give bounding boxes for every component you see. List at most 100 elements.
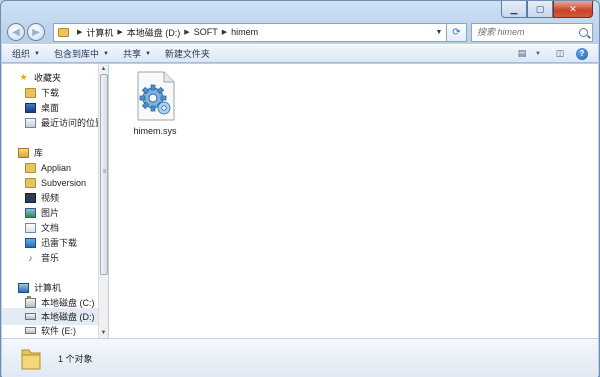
nav-item-subversion[interactable]: Subversion [25,175,86,190]
file-list-area[interactable]: himem.sys [109,64,598,338]
music-note-icon: ♪ [28,252,33,263]
breadcrumb-separator-icon[interactable]: ▶ [184,28,189,36]
nav-computer-label: 计算机 [34,283,62,293]
nav-item-label: 本地磁盘 (D:) [41,312,95,322]
breadcrumb-separator-icon[interactable]: ▶ [222,28,227,36]
share-label: 共享 [122,49,141,59]
organize-menu[interactable]: 组织 ▼ [12,47,40,60]
star-icon: ★ [19,72,28,82]
folder-icon [58,27,69,37]
folder-icon [20,345,42,371]
refresh-icon: ⟳ [452,26,461,38]
chevron-down-icon: ▼ [102,50,109,57]
navigation-pane: ★ 收藏夹 下载 桌面 最近访问的位置 库 Applian Subversion [2,64,99,338]
close-button[interactable]: ✕ [553,1,593,18]
nav-item-xunlei-downloads[interactable]: 迅雷下载 [25,235,77,250]
view-dropdown-icon[interactable]: ▼ [530,47,546,61]
organize-label: 组织 [12,49,31,59]
pictures-icon [25,207,36,218]
chevron-down-icon: ▼ [144,50,151,57]
applian-folder-icon [25,162,36,173]
nav-item-applian[interactable]: Applian [25,160,71,175]
forward-button[interactable]: ▶ [27,23,45,41]
new-folder-button[interactable]: 新建文件夹 [165,47,210,60]
library-icon [18,147,29,158]
scroll-up-icon[interactable]: ▲ [99,64,108,74]
system-file-gear-icon [134,70,176,122]
nav-item-videos[interactable]: 视频 [25,190,59,205]
caption-buttons: ▁ ▢ ✕ [501,1,593,18]
nav-libraries[interactable]: 库 [18,145,43,160]
item-count: 1 个对象 [58,353,93,364]
nav-item-drive-e[interactable]: 软件 (E:) [25,323,76,338]
nav-favorites-label: 收藏夹 [34,73,62,83]
scrollbar-thumb[interactable] [100,74,108,275]
back-button[interactable]: ◀ [7,23,25,41]
address-bar[interactable]: ▶ 计算机 ▶ 本地磁盘 (D:) ▶ SOFT ▶ himem ▼ [53,22,447,42]
breadcrumb-drive-d[interactable]: 本地磁盘 (D:) [127,26,181,39]
forward-arrow-icon: ▶ [32,26,40,38]
search-input[interactable] [477,27,575,37]
nav-item-music[interactable]: ♪ 音乐 [25,250,59,265]
downloads-folder-icon [25,87,36,98]
details-pane: 1 个对象 [2,338,598,377]
nav-computer[interactable]: 计算机 [18,280,61,295]
nav-item-label: 视频 [41,193,60,203]
back-arrow-icon: ◀ [12,26,20,38]
desktop-icon [25,102,36,113]
share-menu[interactable]: 共享 ▼ [123,47,151,60]
include-in-library-label: 包含到库中 [53,49,99,59]
nav-item-label: 图片 [41,208,60,218]
nav-favorites[interactable]: ★ 收藏夹 [18,70,61,85]
breadcrumb-separator-icon[interactable]: ▶ [117,28,122,36]
include-in-library-menu[interactable]: 包含到库中 ▼ [54,47,109,60]
minimize-button[interactable]: ▁ [501,1,527,18]
nav-item-documents[interactable]: 文档 [25,220,59,235]
nav-item-pictures[interactable]: 图片 [25,205,59,220]
search-icon[interactable] [579,27,588,37]
help-icon: ? [576,47,588,60]
file-name: himem.sys [133,126,177,136]
command-bar: 组织 ▼ 包含到库中 ▼ 共享 ▼ 新建文件夹 ▤ ▼ ◫ ? [2,44,598,63]
drive-icon [25,327,36,334]
subversion-folder-icon [25,177,36,188]
nav-item-desktop[interactable]: 桌面 [25,100,59,115]
system-drive-icon [25,295,36,308]
nav-item-label: 下载 [41,88,60,98]
maximize-button[interactable]: ▢ [527,1,553,18]
search-box[interactable] [471,22,593,42]
nav-libraries-label: 库 [34,148,44,158]
file-item[interactable]: himem.sys [127,70,183,136]
nav-item-label: Subversion [41,177,87,188]
computer-icon [18,282,29,293]
address-row: ◀ ▶ ▶ 计算机 ▶ 本地磁盘 (D:) ▶ SOFT ▶ himem ▼ ⟳ [7,21,593,43]
refresh-button[interactable]: ⟳ [447,22,467,42]
preview-pane-icon[interactable]: ◫ [552,47,568,61]
explorer-window: ▁ ▢ ✕ ◀ ▶ ▶ 计算机 ▶ 本地磁盘 (D:) ▶ SOFT ▶ him… [0,0,600,377]
breadcrumb-soft[interactable]: SOFT [194,27,218,37]
breadcrumb-computer[interactable]: 计算机 [86,26,113,39]
address-history-dropdown-icon[interactable]: ▼ [432,24,446,41]
toolbar-right: ▤ ▼ ◫ ? [508,47,590,61]
drive-icon [25,313,36,320]
breadcrumb-himem[interactable]: himem [231,27,258,37]
breadcrumb: ▶ 计算机 ▶ 本地磁盘 (D:) ▶ SOFT ▶ himem [73,26,258,39]
nav-item-label: 音乐 [41,253,60,263]
help-button[interactable]: ? [574,47,590,61]
view-options-icon[interactable]: ▤ [514,47,530,61]
nav-item-label: 迅雷下载 [41,238,78,248]
scroll-down-icon[interactable]: ▼ [99,328,108,338]
new-folder-label: 新建文件夹 [164,49,210,59]
nav-item-downloads[interactable]: 下载 [25,85,59,100]
nav-item-recent-places[interactable]: 最近访问的位置 [25,115,99,130]
nav-pane-scrollbar[interactable]: ▲ ▼ [98,64,108,338]
breadcrumb-separator-icon[interactable]: ▶ [77,28,82,36]
videos-icon [25,192,36,203]
xunlei-download-icon [25,237,36,248]
chevron-down-icon: ▼ [34,50,40,57]
nav-item-label: 文档 [41,223,60,233]
documents-icon [25,222,36,233]
nav-item-label: 最近访问的位置 [41,118,99,128]
recent-places-icon [25,117,36,128]
nav-item-label: 软件 (E:) [41,326,76,336]
